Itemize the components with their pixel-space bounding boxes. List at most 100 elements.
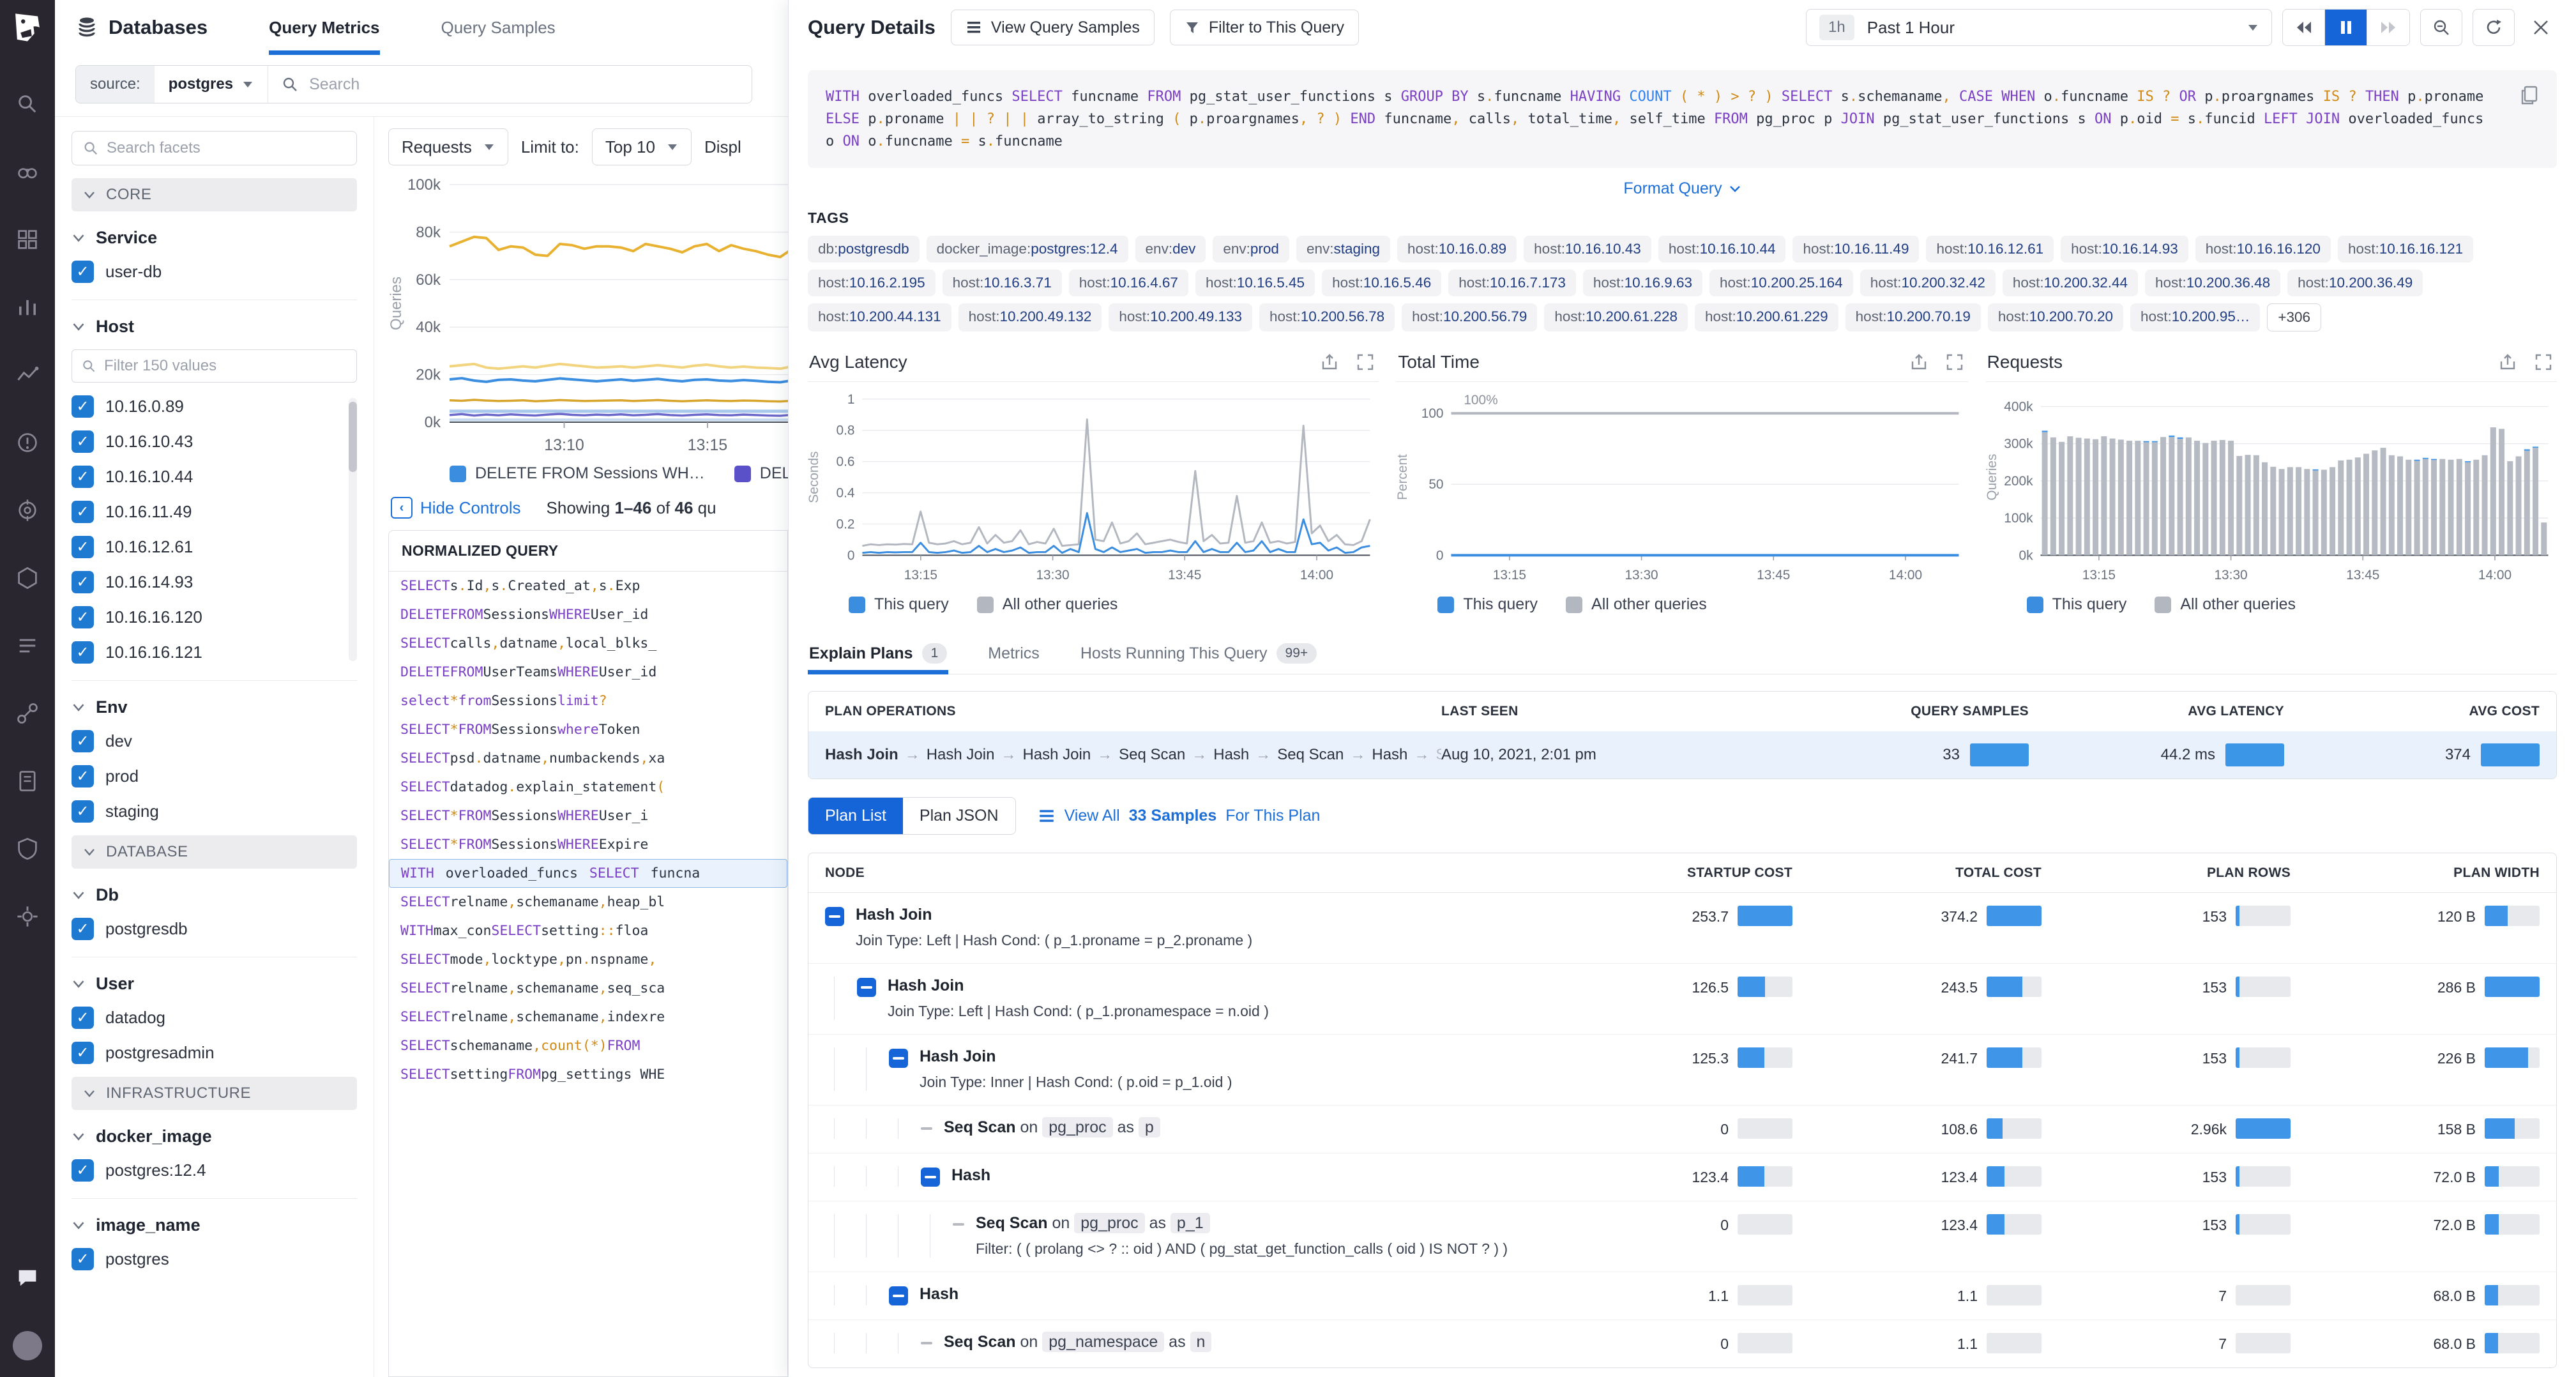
facet-value-10.16.10.44[interactable]: ✓ 10.16.10.44 [72,466,343,488]
normalized-query-row[interactable]: SELECT * FROM Sessions WHERE User_i [389,802,787,830]
facet-title-image_name[interactable]: image_name [72,1215,357,1235]
tag-pill[interactable]: host:10.16.9.63 [1582,270,1703,296]
checkbox-checked[interactable]: ✓ [72,1007,94,1029]
time-range-select[interactable]: 1h Past 1 Hour [1806,9,2272,46]
facet-group-database[interactable]: DATABASE [72,835,357,869]
facet-value-prod[interactable]: ✓ prod [72,765,357,787]
watchdog-icon[interactable] [15,160,40,184]
checkbox-checked[interactable]: ✓ [72,918,94,940]
facet-title-db[interactable]: Db [72,885,357,905]
tab-query-metrics[interactable]: Query Metrics [269,0,380,55]
facet-filter-input[interactable]: Filter 150 values [72,349,357,383]
expand-icon[interactable] [1945,353,1964,372]
tag-pill[interactable]: host:10.16.16.121 [2337,236,2474,262]
tag-pill[interactable]: docker_image:postgres:12.4 [926,236,1128,262]
tag-pill[interactable]: host:10.16.0.89 [1397,236,1517,262]
help-chat-icon[interactable] [15,1266,40,1290]
facet-value-datadog[interactable]: ✓ datadog [72,1007,357,1029]
expand-icon[interactable] [1356,353,1375,372]
tag-pill[interactable]: host:10.200.70.19 [1845,303,1981,331]
plan-node-row[interactable]: Hash Join Join Type: Left | Hash Cond: ( … [808,893,2556,963]
legend-item[interactable]: This query [1437,595,1538,614]
search-input[interactable] [308,74,739,95]
limit-select[interactable]: Top 10 [591,128,692,165]
source-select[interactable]: postgres [155,66,269,103]
checkbox-checked[interactable]: ✓ [72,1248,94,1270]
search-icon[interactable] [15,92,40,116]
tag-pill[interactable]: host:10.16.2.195 [808,270,936,296]
checkbox-checked[interactable]: ✓ [72,606,94,628]
normalized-query-row[interactable]: SELECT relname, schemaname, heap_bl [389,888,787,917]
tag-pill[interactable]: host:10.200.49.133 [1109,303,1253,331]
traces-icon[interactable] [15,363,40,387]
checkbox-checked[interactable]: ✓ [72,430,94,453]
legend-item[interactable]: DELETE [734,464,788,483]
plan-row[interactable]: Hash Join → Hash Join → Hash Join → Seq Scan → H… [808,731,2556,779]
plan-node-row[interactable]: Hash 123.4 123.4 153 72.0 B [808,1153,2556,1201]
collapse-node-icon[interactable] [857,978,876,997]
normalized-query-row[interactable]: SELECT schemaname, count ( * ) FROM [389,1031,787,1060]
normalized-query-row[interactable]: WITH max_con SELECT setting :: floa [389,917,787,945]
facet-value-10.16.0.89[interactable]: ✓ 10.16.0.89 [72,395,343,418]
tab-explain-plans[interactable]: Explain Plans 1 [808,633,949,674]
tag-pill[interactable]: host:10.16.10.43 [1524,236,1651,262]
tags-more-button[interactable]: +306 [2267,303,2322,331]
format-query-link[interactable]: Format Query [1623,179,1741,198]
tab-metrics[interactable]: Metrics [987,633,1041,674]
view-query-samples-button[interactable]: View Query Samples [950,10,1155,45]
legend-item[interactable]: This query [2026,595,2126,614]
checkbox-checked[interactable]: ✓ [72,395,94,418]
notebooks-icon[interactable] [15,769,40,793]
normalized-query-row[interactable]: SELECT mode, locktype, pn. nspname, [389,945,787,974]
tag-pill[interactable]: host:10.16.16.120 [2195,236,2331,262]
facet-value-postgresdb[interactable]: ✓ postgresdb [72,918,357,940]
tag-pill[interactable]: db:postgresdb [808,236,920,262]
checkbox-checked[interactable]: ✓ [72,501,94,523]
collapse-node-icon[interactable] [889,1286,908,1305]
scrollbar[interactable] [349,398,357,661]
network-icon[interactable] [15,701,40,726]
plan-node-row[interactable]: Seq Scan on pg_namespace as n 0 1.1 7 68.0 B [808,1320,2556,1367]
dashboards-icon[interactable] [15,227,40,252]
hide-controls-button[interactable]: ‹ Hide Controls [391,497,521,519]
tag-pill[interactable]: host:10.16.11.49 [1792,236,1920,262]
tag-pill[interactable]: host:10.16.4.67 [1068,270,1188,296]
legend-item[interactable]: DELETE FROM Sessions WH… [450,464,705,483]
legend-item[interactable]: This query [849,595,949,614]
tag-pill[interactable]: host:10.200.36.48 [2145,270,2281,296]
legend-item[interactable]: All other queries [1566,595,1707,614]
facet-value-postgres:12.4[interactable]: ✓ postgres:12.4 [72,1159,357,1182]
normalized-query-row[interactable]: SELECT relname, schemaname, indexre [389,1003,787,1031]
tag-pill[interactable]: host:10.200.49.132 [958,303,1102,331]
checkbox-checked[interactable]: ✓ [72,466,94,488]
pause-button[interactable] [2325,10,2367,45]
facet-group-infrastructure[interactable]: INFRASTRUCTURE [72,1077,357,1110]
tag-pill[interactable]: host:10.200.61.228 [1544,303,1688,331]
collapse-node-icon[interactable] [825,907,844,926]
tag-pill[interactable]: host:10.200.61.229 [1695,303,1838,331]
checkbox-checked[interactable]: ✓ [72,730,94,752]
facet-value-10.16.16.120[interactable]: ✓ 10.16.16.120 [72,606,343,628]
tag-pill[interactable]: host:10.200.56.79 [1402,303,1538,331]
facet-title-env[interactable]: Env [72,697,357,717]
normalized-query-row[interactable]: SELECT * FROM Sessions where Token [389,715,787,744]
checkbox-checked[interactable]: ✓ [72,800,94,823]
tag-pill[interactable]: host:10.16.5.45 [1195,270,1315,296]
tag-pill[interactable]: host:10.200.25.164 [1709,270,1853,296]
monitors-icon[interactable] [15,430,40,455]
tag-pill[interactable]: host:10.200.56.78 [1259,303,1395,331]
plan-list-button[interactable]: Plan List [808,798,903,834]
tag-pill[interactable]: host:10.200.95… [2130,303,2261,331]
plan-node-row[interactable]: Hash 1.1 1.1 7 68.0 B [808,1272,2556,1320]
tag-pill[interactable]: host:10.200.32.42 [1860,270,1996,296]
collapse-node-icon[interactable] [921,1168,940,1187]
metric-select[interactable]: Requests [388,128,508,165]
facet-value-dev[interactable]: ✓ dev [72,730,357,752]
normalized-query-row[interactable]: select * from Sessions limit ? [389,687,787,715]
tag-pill[interactable]: host:10.200.70.20 [1987,303,2123,331]
facet-title-host[interactable]: Host [72,317,357,337]
checkbox-checked[interactable]: ✓ [72,1159,94,1182]
checkbox-checked[interactable]: ✓ [72,1042,94,1064]
close-panel-button[interactable] [2525,9,2557,46]
legend-item[interactable]: All other queries [2155,595,2296,614]
